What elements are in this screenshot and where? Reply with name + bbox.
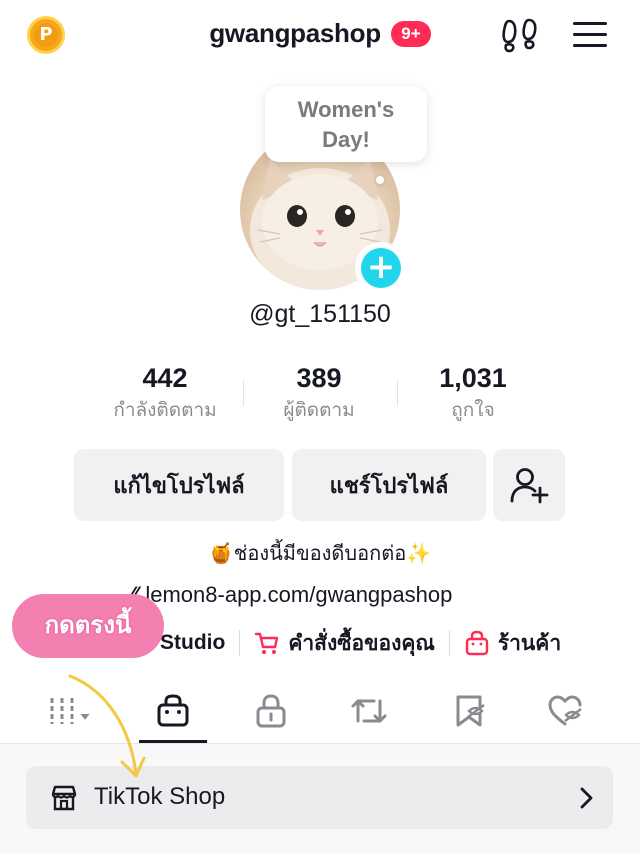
- link-text: lemon8-app.com/gwangpashop: [145, 582, 453, 607]
- stat-value: 1,031: [439, 363, 507, 393]
- profile-username-title[interactable]: gwangpashop: [209, 18, 381, 49]
- edit-profile-button[interactable]: แก้ไขโปรไฟล์: [74, 449, 284, 521]
- bookmark-hidden-icon: [456, 695, 485, 727]
- shopping-bag-icon: [465, 630, 489, 656]
- stat-followers[interactable]: 389 ผู้ติดตาม: [244, 360, 394, 426]
- title-area: gwangpashop 9+: [0, 18, 640, 49]
- footprint-icon[interactable]: [500, 18, 540, 54]
- plus-icon: +: [361, 248, 401, 288]
- heart-hidden-icon: [548, 695, 582, 726]
- share-profile-button[interactable]: แชร์โปรไฟล์: [292, 449, 486, 521]
- bio-text: 🍯ช่องนี้มีของดีบอกต่อ✨: [208, 543, 432, 565]
- studio-link[interactable]: Studio: [160, 631, 225, 655]
- shop-link[interactable]: ร้านค้า: [464, 627, 561, 660]
- annotation-arrow: [68, 674, 146, 778]
- bubble-tail: [376, 176, 384, 184]
- bio-link[interactable]: ⁄⁄lemon8-app.com/gwangpashop: [130, 582, 452, 608]
- stat-label: ผู้ติดตาม: [283, 400, 355, 421]
- cart-icon: [255, 632, 279, 654]
- stat-label: กำลังติดตาม: [113, 400, 217, 421]
- add-friend-icon: [510, 468, 549, 504]
- orders-link[interactable]: คำสั่งซื้อของคุณ: [254, 627, 435, 660]
- stats-row: 442 กำลังติดตาม 389 ผู้ติดตาม 1,031 ถูกใ…: [90, 360, 550, 430]
- hamburger-menu-icon[interactable]: [572, 20, 608, 50]
- shopping-bag-icon: [157, 694, 189, 727]
- tab-liked[interactable]: [525, 680, 605, 742]
- notification-badge: 9+: [391, 20, 431, 47]
- creator-tools-row: Studio คำสั่งซื้อของคุณ ร้านค้า: [160, 625, 561, 661]
- stat-likes[interactable]: 1,031 ถูกใจ: [398, 360, 548, 426]
- stat-following[interactable]: 442 กำลังติดตาม: [90, 360, 240, 426]
- stat-value: 442: [142, 363, 188, 393]
- tool-divider: [239, 630, 241, 656]
- stat-label: ถูกใจ: [451, 400, 495, 421]
- tool-divider: [448, 630, 450, 656]
- shop-label: ร้านค้า: [497, 631, 562, 655]
- studio-label: Studio: [160, 631, 226, 654]
- add-friend-button[interactable]: [493, 449, 565, 521]
- tab-favorites[interactable]: [429, 680, 509, 742]
- bubble-line-1: Women's: [297, 97, 395, 122]
- repost-icon: [351, 699, 387, 723]
- orders-label: คำสั่งซื้อของคุณ: [288, 631, 435, 655]
- lock-icon: [256, 694, 286, 728]
- profile-handle: @gt_151150: [249, 300, 391, 328]
- top-bar: P gwangpashop 9+: [0, 0, 640, 72]
- bubble-line-2: Day!: [322, 127, 370, 152]
- tab-reposts[interactable]: [329, 680, 409, 742]
- tab-private[interactable]: [231, 680, 311, 742]
- status-bubble[interactable]: Women's Day!: [265, 86, 427, 162]
- stat-value: 389: [296, 363, 342, 393]
- chevron-right-icon: [580, 787, 593, 809]
- add-avatar-button[interactable]: +: [355, 242, 407, 294]
- annotation-pill: กดตรงนี้: [12, 594, 164, 658]
